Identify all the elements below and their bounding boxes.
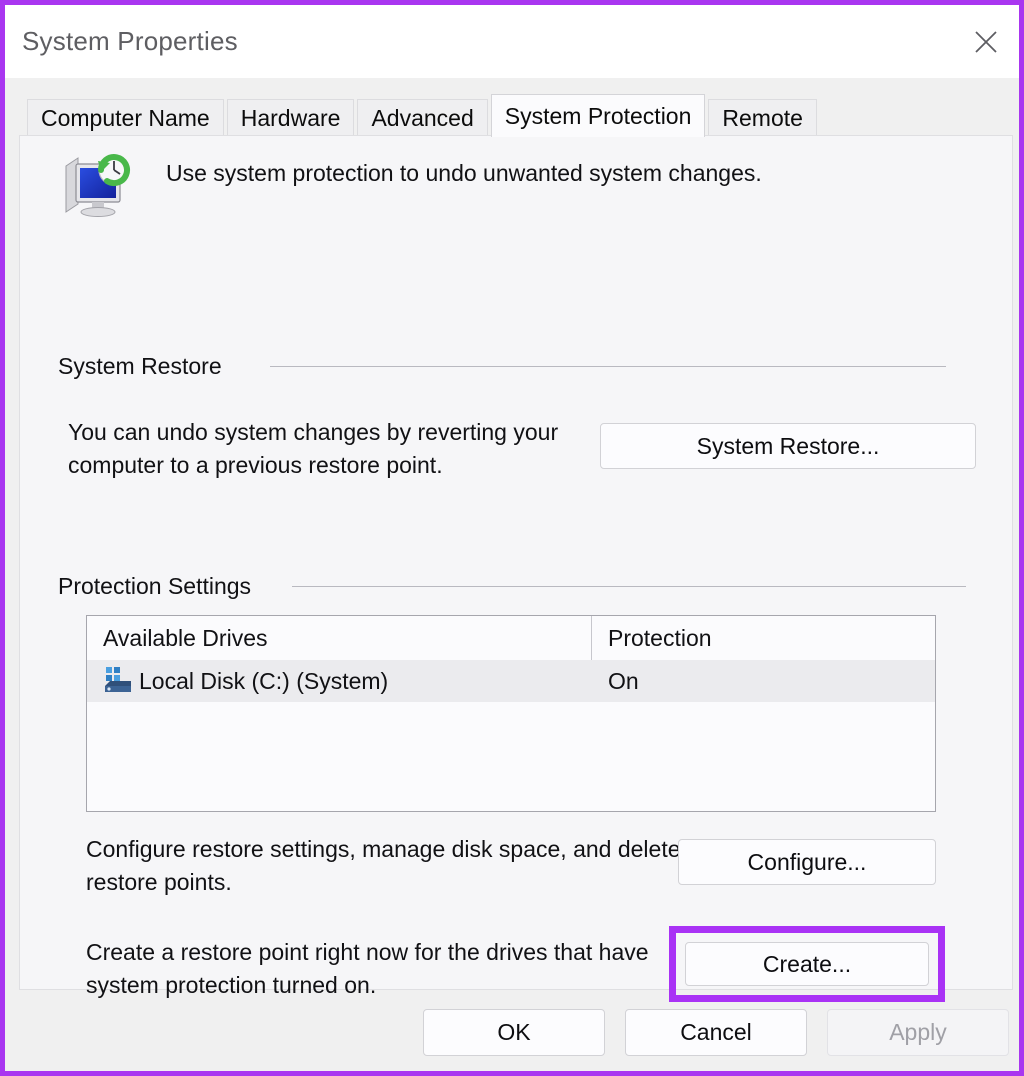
close-icon: [971, 27, 1001, 57]
system-properties-window: System Properties Computer Name Hardware…: [0, 0, 1024, 1076]
close-button[interactable]: [953, 5, 1019, 78]
drive-name-cell: Local Disk (C:) (System): [87, 666, 592, 696]
drive-list-header: Available Drives Protection: [87, 616, 935, 660]
tab-hardware[interactable]: Hardware: [226, 99, 355, 137]
column-header-protection[interactable]: Protection: [592, 616, 935, 660]
button-label: Configure...: [747, 848, 867, 875]
button-label: Cancel: [680, 1019, 752, 1045]
create-description: Create a restore point right now for the…: [86, 939, 649, 998]
tab-advanced[interactable]: Advanced: [357, 99, 488, 137]
cancel-button[interactable]: Cancel: [625, 1009, 807, 1056]
column-header-available-drives[interactable]: Available Drives: [87, 616, 592, 660]
system-protection-panel: Use system protection to undo unwanted s…: [19, 135, 1013, 1002]
configure-description: Configure restore settings, manage disk …: [86, 836, 681, 895]
drive-name-label: Local Disk (C:) (System): [139, 667, 389, 694]
tab-strip: Computer Name Hardware Advanced System P…: [27, 94, 820, 137]
tab-label: Hardware: [240, 105, 341, 131]
title-bar: System Properties: [5, 5, 1019, 78]
button-label: Create...: [762, 950, 852, 977]
available-drives-list[interactable]: Available Drives Protection Local Disk (…: [86, 615, 936, 812]
system-restore-group-label: System Restore: [58, 353, 234, 380]
dialog-body: Computer Name Hardware Advanced System P…: [5, 78, 1019, 1071]
tab-label: Computer Name: [41, 105, 210, 131]
window-title: System Properties: [22, 26, 238, 56]
protection-settings-group-label: Protection Settings: [58, 573, 264, 600]
table-row[interactable]: Local Disk (C:) (System) On: [87, 660, 935, 702]
apply-button: Apply: [827, 1009, 1009, 1056]
create-button[interactable]: Create...: [685, 942, 929, 986]
tab-system-protection[interactable]: System Protection: [490, 94, 706, 137]
panel-description: Use system protection to undo unwanted s…: [166, 160, 762, 186]
button-label: OK: [497, 1019, 531, 1045]
drive-protection-status: On: [608, 667, 639, 694]
tab-label: System Protection: [504, 102, 692, 129]
button-label: Apply: [889, 1019, 947, 1045]
tab-label: Remote: [722, 105, 803, 131]
protection-settings-divider: [292, 586, 966, 587]
configure-button[interactable]: Configure...: [678, 839, 936, 885]
system-protection-icon: [60, 148, 136, 224]
button-label: System Restore...: [696, 432, 880, 459]
system-restore-description: You can undo system changes by reverting…: [68, 419, 559, 478]
tab-remote[interactable]: Remote: [708, 99, 817, 137]
ok-button[interactable]: OK: [423, 1009, 605, 1056]
system-restore-divider: [270, 366, 946, 367]
tab-label: Advanced: [371, 105, 474, 131]
system-restore-button[interactable]: System Restore...: [600, 423, 976, 469]
hard-drive-icon: [103, 666, 133, 696]
tab-computer-name[interactable]: Computer Name: [27, 99, 224, 137]
